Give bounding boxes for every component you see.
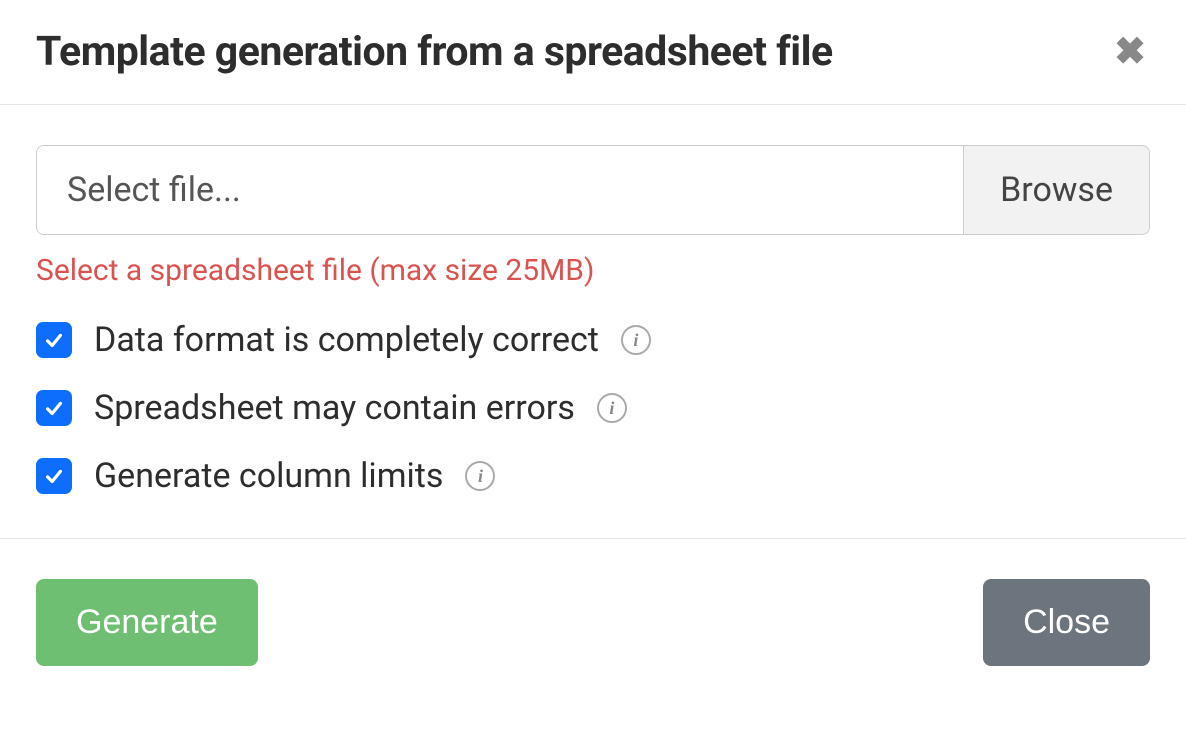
option-spreadsheet-errors: Spreadsheet may contain errors i (36, 388, 1150, 428)
info-icon[interactable]: i (597, 393, 627, 423)
option-label-wrap: Data format is completely correct i (94, 320, 651, 360)
checkbox-generate-column-limits[interactable] (36, 458, 72, 494)
checkbox-label: Spreadsheet may contain errors (94, 388, 575, 428)
file-input-group: Select file... Browse (36, 145, 1150, 235)
option-generate-column-limits: Generate column limits i (36, 456, 1150, 496)
checkbox-data-format-correct[interactable] (36, 322, 72, 358)
close-icon[interactable]: ✖ (1110, 33, 1150, 71)
modal-dialog: Template generation from a spreadsheet f… (0, 0, 1186, 706)
checkbox-spreadsheet-errors[interactable] (36, 390, 72, 426)
close-button[interactable]: Close (983, 579, 1150, 666)
option-label-wrap: Spreadsheet may contain errors i (94, 388, 627, 428)
check-icon (43, 397, 65, 419)
generate-button[interactable]: Generate (36, 579, 258, 666)
info-icon[interactable]: i (621, 325, 651, 355)
browse-button[interactable]: Browse (963, 146, 1149, 234)
modal-header: Template generation from a spreadsheet f… (0, 0, 1186, 105)
option-data-format-correct: Data format is completely correct i (36, 320, 1150, 360)
modal-body: Select file... Browse Select a spreadshe… (0, 105, 1186, 538)
check-icon (43, 329, 65, 351)
file-input[interactable]: Select file... (37, 146, 963, 234)
modal-footer: Generate Close (0, 538, 1186, 706)
info-icon[interactable]: i (465, 461, 495, 491)
checkbox-label: Data format is completely correct (94, 320, 599, 360)
option-label-wrap: Generate column limits i (94, 456, 495, 496)
checkbox-label: Generate column limits (94, 456, 443, 496)
modal-title: Template generation from a spreadsheet f… (36, 28, 833, 76)
check-icon (43, 465, 65, 487)
validation-message: Select a spreadsheet file (max size 25MB… (36, 253, 1150, 288)
